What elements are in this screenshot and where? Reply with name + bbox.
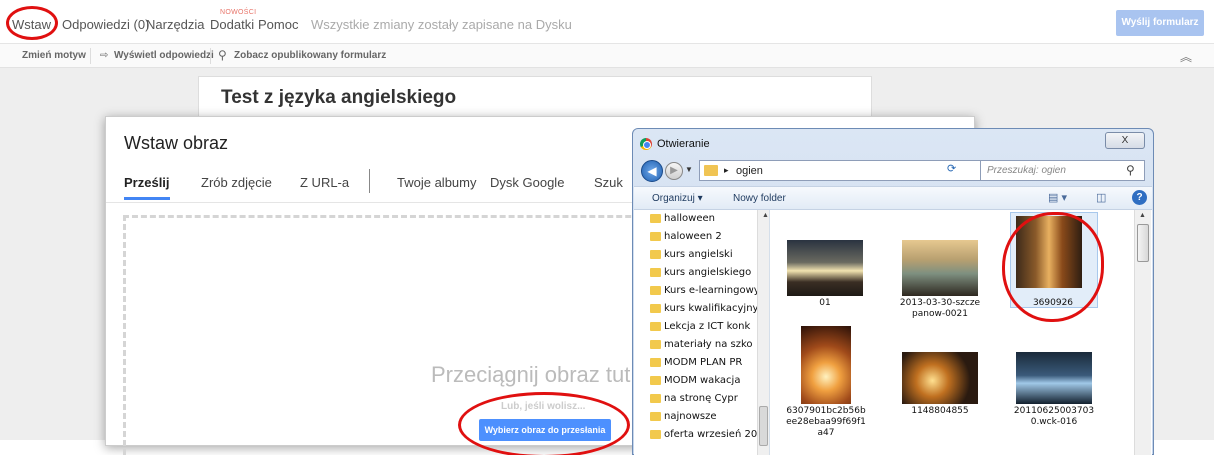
new-folder-button[interactable]: Nowy folder bbox=[733, 193, 786, 204]
file-thumbnail[interactable] bbox=[801, 326, 851, 404]
tree-item[interactable]: MODM wakacja bbox=[664, 375, 740, 386]
file-name[interactable]: 1148804855 bbox=[898, 406, 982, 417]
files-scrollbar[interactable]: ▲ bbox=[1134, 210, 1151, 455]
tree-item[interactable]: MODM PLAN PR bbox=[664, 357, 742, 368]
view-responses-button[interactable]: Wyświetl odpowiedzi bbox=[114, 50, 214, 61]
tab-upload[interactable]: Prześlij bbox=[124, 175, 170, 190]
folder-icon bbox=[650, 250, 661, 259]
folder-icon bbox=[650, 358, 661, 367]
address-path: ogien bbox=[736, 165, 763, 177]
folder-icon bbox=[650, 394, 661, 403]
scrollbar-thumb[interactable] bbox=[759, 406, 768, 446]
active-tab-indicator bbox=[124, 197, 170, 200]
chrome-icon bbox=[640, 138, 652, 150]
tree-item[interactable]: oferta wrzesień 20 bbox=[664, 429, 757, 440]
change-theme-button[interactable]: Zmień motyw bbox=[22, 50, 86, 61]
folder-icon bbox=[650, 304, 661, 313]
file-thumbnail[interactable] bbox=[787, 240, 863, 296]
tree-item[interactable]: Lekcja z ICT konk bbox=[664, 321, 750, 332]
send-form-button[interactable]: Wyślij formularz bbox=[1116, 10, 1204, 36]
collapse-icon[interactable]: ︽ bbox=[1180, 48, 1192, 65]
save-status: Wszystkie zmiany zostały zapisane na Dys… bbox=[311, 17, 572, 32]
menu-dodatki[interactable]: Dodatki bbox=[210, 17, 254, 32]
scrollbar-thumb[interactable] bbox=[1137, 224, 1149, 262]
tab-google-drive[interactable]: Dysk Google bbox=[490, 175, 564, 190]
tree-item[interactable]: na stronę Cypr bbox=[664, 393, 738, 404]
tree-item[interactable]: kurs kwalifikacyjny bbox=[664, 303, 758, 314]
tab-search[interactable]: Szuk bbox=[594, 175, 623, 190]
drop-instruction: Przeciągnij obraz tut bbox=[431, 362, 631, 387]
menu-pomoc[interactable]: Pomoc bbox=[258, 17, 298, 32]
screen: Wstaw Odpowiedzi (0) Narzędzia Dodatki N… bbox=[0, 0, 1214, 455]
scroll-up-icon[interactable]: ▲ bbox=[1139, 212, 1146, 219]
folder-tree-scrollbar[interactable]: ▲ bbox=[757, 210, 769, 455]
menu-narzedzia[interactable]: Narzędzia bbox=[146, 17, 205, 32]
tab-albums[interactable]: Twoje albumy bbox=[397, 175, 476, 190]
folder-icon bbox=[650, 268, 661, 277]
breadcrumb-arrow-icon: ▸ bbox=[724, 165, 729, 175]
red-annotation-circle bbox=[458, 392, 630, 455]
folder-icon bbox=[650, 340, 661, 349]
red-annotation-circle bbox=[1002, 212, 1104, 322]
search-input[interactable]: Przeszukaj: ogien ⚲ bbox=[980, 160, 1145, 181]
scroll-up-icon[interactable]: ▲ bbox=[762, 212, 769, 219]
organize-menu[interactable]: Organizuj ▾ bbox=[652, 193, 703, 204]
folder-tree: halloween haloween 2 kurs angielski kurs… bbox=[634, 210, 770, 455]
forward-arrow-icon[interactable]: ▶ bbox=[665, 162, 683, 180]
tree-item[interactable]: Kurs e-learningowy bbox=[664, 285, 760, 296]
view-published-button[interactable]: Zobacz opublikowany formularz bbox=[234, 50, 386, 61]
tab-take-photo[interactable]: Zrób zdjęcie bbox=[201, 175, 272, 190]
new-badge: NOWOŚCI bbox=[220, 9, 257, 16]
back-arrow-icon[interactable]: ◀ bbox=[641, 160, 663, 182]
toolbar-divider bbox=[210, 48, 211, 64]
folder-icon bbox=[650, 412, 661, 421]
tree-item[interactable]: kurs angielski bbox=[664, 249, 733, 260]
eye-icon: ⚲ bbox=[218, 48, 227, 62]
folder-icon bbox=[650, 214, 661, 223]
view-options-icon[interactable]: ▤ ▾ bbox=[1048, 191, 1067, 204]
tab-url[interactable]: Z URL-a bbox=[300, 175, 349, 190]
responses-icon: ⇨ bbox=[100, 50, 109, 61]
folder-icon bbox=[650, 286, 661, 295]
folder-icon bbox=[650, 430, 661, 439]
dialog-title: Wstaw obraz bbox=[124, 133, 229, 153]
red-annotation-circle bbox=[6, 6, 58, 40]
folder-icon bbox=[650, 232, 661, 241]
file-thumbnail[interactable] bbox=[902, 240, 978, 296]
folder-icon bbox=[650, 376, 661, 385]
refresh-icon[interactable]: ⟳ bbox=[947, 162, 956, 175]
file-name[interactable]: 201106250037030.wck-016 bbox=[1012, 406, 1096, 428]
tree-item[interactable]: haloween 2 bbox=[664, 231, 722, 242]
toolbar: Zmień motyw ⇨ Wyświetl odpowiedzi ⚲ Zoba… bbox=[0, 44, 1214, 68]
file-thumbnail[interactable] bbox=[1016, 352, 1092, 404]
menu-odpowiedzi[interactable]: Odpowiedzi (0) bbox=[62, 17, 149, 32]
folder-icon bbox=[650, 322, 661, 331]
preview-pane-icon[interactable]: ◫ bbox=[1096, 191, 1106, 204]
dialog-toolbar: Organizuj ▾ Nowy folder ▤ ▾ ◫ ? bbox=[634, 186, 1152, 210]
file-name[interactable]: 2013-03-30-szczepanow-0021 bbox=[898, 298, 982, 320]
folder-icon bbox=[704, 165, 718, 176]
tree-item[interactable]: halloween bbox=[664, 213, 715, 224]
file-name[interactable]: 01 bbox=[783, 298, 867, 309]
history-dropdown-icon[interactable]: ▼ bbox=[685, 165, 693, 174]
close-button[interactable]: X bbox=[1105, 132, 1145, 149]
tree-item[interactable]: materiały na szko bbox=[664, 339, 753, 350]
search-placeholder: Przeszukaj: ogien bbox=[987, 165, 1066, 176]
tree-item[interactable]: najnowsze bbox=[664, 411, 717, 422]
tab-divider bbox=[369, 169, 370, 193]
magnifier-icon[interactable]: ⚲ bbox=[1126, 163, 1135, 177]
menu-bar: Wstaw Odpowiedzi (0) Narzędzia Dodatki N… bbox=[0, 0, 1214, 44]
dialog-title: Otwieranie bbox=[657, 138, 710, 150]
toolbar-divider bbox=[90, 48, 91, 64]
help-icon[interactable]: ? bbox=[1132, 190, 1147, 205]
tree-item[interactable]: kurs angielskiego bbox=[664, 267, 751, 278]
file-thumbnail[interactable] bbox=[902, 352, 978, 404]
form-title[interactable]: Test z języka angielskiego bbox=[221, 87, 456, 109]
file-name[interactable]: 6307901bc2b56bee28ebaa99f69f1a47 bbox=[784, 406, 868, 439]
